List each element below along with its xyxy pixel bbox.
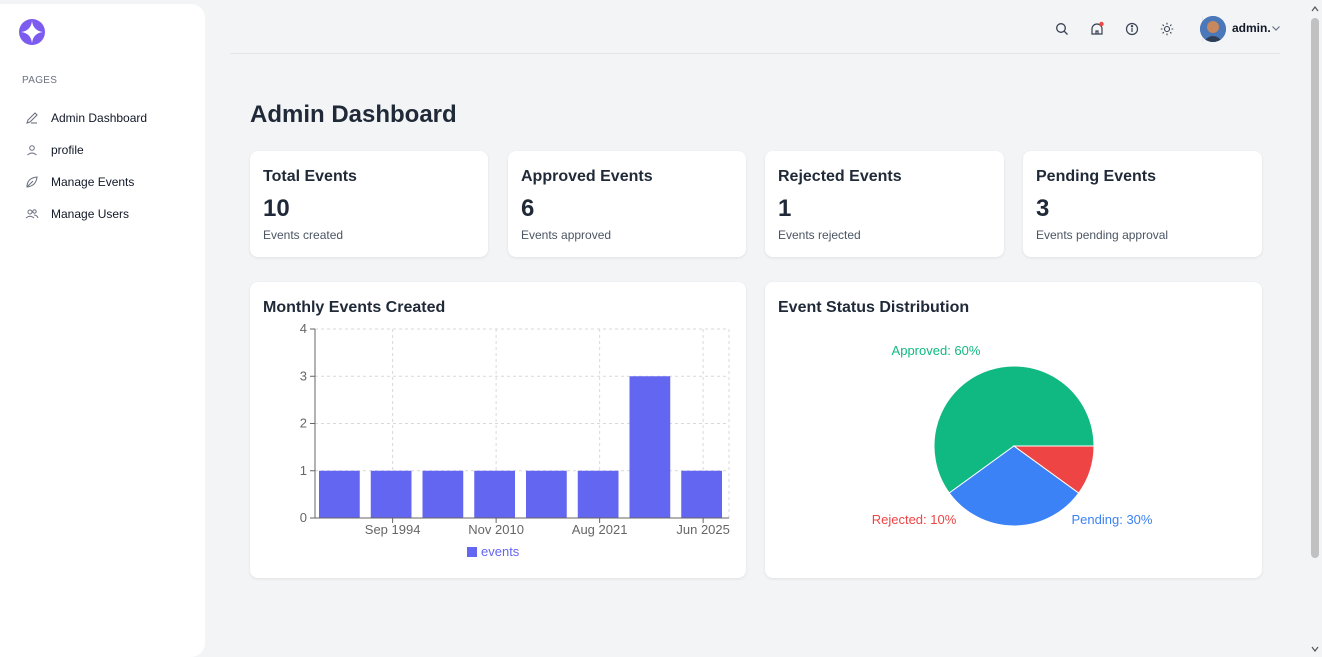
scroll-down-icon[interactable] — [1311, 645, 1319, 653]
stat-subtitle: Events created — [263, 228, 344, 242]
sidebar-item-label: profile — [51, 143, 84, 157]
pie-chart: Approved: 60% Pending: 30% Rejected: 10% — [872, 343, 1153, 527]
x-tick-label: Jun 2025 — [676, 522, 730, 537]
bar — [370, 470, 412, 518]
y-tick-label: 3 — [300, 368, 307, 383]
pie-label: Pending: 30% — [1072, 512, 1153, 527]
y-tick-label: 1 — [300, 463, 307, 478]
stat-subtitle: Events pending approval — [1036, 228, 1169, 242]
x-tick-label: Aug 2021 — [572, 522, 628, 537]
pen-icon — [24, 110, 40, 126]
stat-value: 10 — [263, 195, 290, 222]
sidebar-item-label: Manage Users — [51, 207, 130, 221]
bar — [474, 470, 515, 518]
app: PAGES Admin Dashboard profile Manage Eve… — [0, 0, 1322, 657]
users-icon — [24, 206, 40, 222]
y-tick-label: 2 — [300, 416, 307, 431]
bar — [319, 470, 360, 518]
sidebar-section-label: PAGES — [22, 75, 58, 86]
sidebar-item-profile[interactable]: profile — [24, 134, 194, 166]
page-title: Admin Dashboard — [250, 101, 457, 128]
stat-subtitle: Events approved — [521, 228, 612, 242]
bar — [681, 470, 722, 518]
notification-icon[interactable] — [1088, 20, 1106, 38]
sidebar-item-admin-dashboard[interactable]: Admin Dashboard — [24, 102, 194, 134]
legend-label: events — [481, 544, 520, 559]
stat-title: Approved Events — [521, 168, 653, 185]
stat-value: 3 — [1036, 195, 1050, 222]
legend-swatch — [467, 547, 477, 557]
user-icon — [24, 142, 40, 158]
stat-value: 1 — [778, 195, 792, 222]
stat-value: 6 — [521, 195, 535, 222]
pie-label: Approved: 60% — [892, 343, 981, 358]
leaf-icon — [24, 174, 40, 190]
y-tick-label: 0 — [300, 510, 307, 525]
sidebar-item-label: Admin Dashboard — [51, 111, 148, 125]
scroll-thumb[interactable] — [1311, 18, 1319, 558]
chevron-down-icon[interactable] — [1271, 23, 1281, 33]
y-tick-label: 4 — [300, 321, 307, 336]
bar — [577, 470, 619, 518]
logo-icon[interactable] — [18, 18, 46, 46]
scrollbar[interactable] — [1308, 0, 1322, 657]
user-name[interactable]: admin. — [1232, 21, 1271, 35]
sidebar-nav: Admin Dashboard profile Manage Events Ma… — [24, 102, 194, 230]
stat-title: Pending Events — [1036, 168, 1157, 185]
pie-chart-card: Event Status Distribution Approved: 60% P… — [765, 282, 1262, 578]
bar-chart-card: Monthly Events Created 0 1 2 3 4 Sep 1994 Nov … — [250, 282, 746, 578]
sidebar: PAGES Admin Dashboard profile Manage Eve… — [0, 4, 205, 657]
bar — [422, 470, 464, 518]
bar — [629, 376, 671, 518]
stat-title: Rejected Events — [778, 168, 902, 185]
stat-subtitle: Events rejected — [778, 228, 861, 242]
search-icon[interactable] — [1053, 20, 1071, 38]
x-tick-label: Sep 1994 — [365, 522, 421, 537]
stat-title: Total Events — [263, 168, 357, 185]
stat-card-rejected: Rejected Events 1 Events rejected — [765, 151, 1004, 257]
theme-toggle-icon[interactable] — [1158, 20, 1176, 38]
info-icon[interactable] — [1123, 20, 1141, 38]
pie-label: Rejected: 10% — [872, 512, 957, 527]
x-tick-label: Nov 2010 — [468, 522, 524, 537]
sidebar-item-manage-users[interactable]: Manage Users — [24, 198, 194, 230]
avatar[interactable] — [1200, 16, 1226, 42]
stat-card-approved: Approved Events 6 Events approved — [508, 151, 746, 257]
bar — [526, 470, 567, 518]
top-bar: admin. — [230, 4, 1280, 54]
stat-card-total: Total Events 10 Events created — [250, 151, 488, 257]
scroll-up-icon[interactable] — [1311, 5, 1319, 13]
stat-card-pending: Pending Events 3 Events pending approval — [1023, 151, 1262, 257]
bar-chart: 0 1 2 3 4 Sep 1994 Nov 2010 Aug 2021 Jun 2025 eve… — [300, 321, 730, 559]
sidebar-item-label: Manage Events — [51, 175, 135, 189]
sidebar-item-manage-events[interactable]: Manage Events — [24, 166, 194, 198]
